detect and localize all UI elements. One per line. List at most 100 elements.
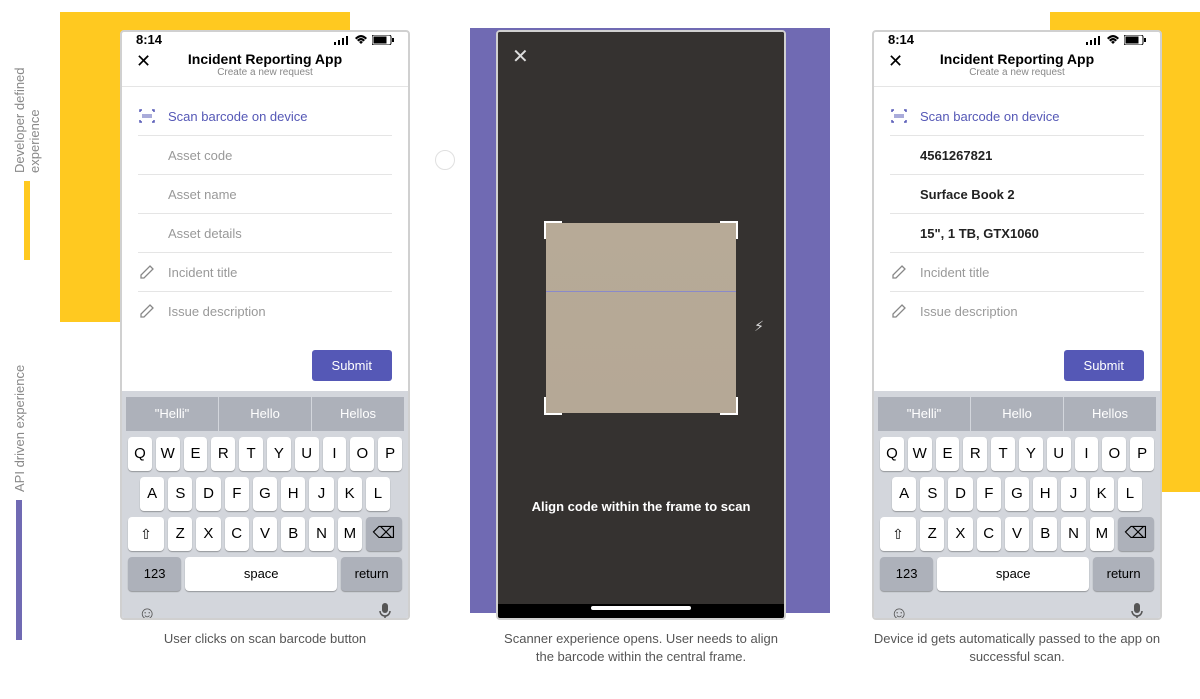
suggestion-1[interactable]: "Helli": [878, 397, 971, 431]
key-t[interactable]: T: [991, 437, 1015, 471]
key-x[interactable]: X: [948, 517, 972, 551]
shift-key[interactable]: ⇧: [128, 517, 164, 551]
key-w[interactable]: W: [908, 437, 932, 471]
key-o[interactable]: O: [350, 437, 374, 471]
delete-key[interactable]: ⌫: [1118, 517, 1154, 551]
close-icon[interactable]: ✕: [136, 51, 151, 72]
asset-name-field[interactable]: Asset name: [138, 175, 392, 214]
spacer: [138, 146, 156, 164]
key-o[interactable]: O: [1102, 437, 1126, 471]
key-z[interactable]: Z: [168, 517, 192, 551]
scan-link-label: Scan barcode on device: [920, 109, 1059, 124]
key-a[interactable]: A: [892, 477, 916, 511]
key-v[interactable]: V: [1005, 517, 1029, 551]
return-key[interactable]: return: [341, 557, 402, 591]
key-l[interactable]: L: [366, 477, 390, 511]
key-s[interactable]: S: [168, 477, 192, 511]
key-h[interactable]: H: [281, 477, 305, 511]
asset-code-field[interactable]: 4561267821: [890, 136, 1144, 175]
fn-key[interactable]: 123: [128, 557, 181, 591]
key-f[interactable]: F: [225, 477, 249, 511]
key-u[interactable]: U: [1047, 437, 1071, 471]
incident-title-field[interactable]: Incident title: [890, 253, 1144, 292]
close-icon[interactable]: ✕: [888, 51, 903, 72]
space-key[interactable]: space: [937, 557, 1089, 591]
scan-barcode-button[interactable]: Scan barcode on device: [890, 97, 1144, 136]
scan-barcode-button[interactable]: Scan barcode on device: [138, 97, 392, 136]
key-a[interactable]: A: [140, 477, 164, 511]
key-m[interactable]: M: [338, 517, 362, 551]
key-m[interactable]: M: [1090, 517, 1114, 551]
suggestion-2[interactable]: Hello: [971, 397, 1064, 431]
asset-details-field[interactable]: Asset details: [138, 214, 392, 253]
barcode-icon: [138, 107, 156, 125]
key-p[interactable]: P: [1130, 437, 1154, 471]
key-c[interactable]: C: [977, 517, 1001, 551]
issue-desc-field[interactable]: Issue description: [138, 292, 392, 330]
suggestion-2[interactable]: Hello: [219, 397, 312, 431]
key-k[interactable]: K: [338, 477, 362, 511]
key-e[interactable]: E: [184, 437, 208, 471]
key-h[interactable]: H: [1033, 477, 1057, 511]
asset-details-field[interactable]: 15", 1 TB, GTX1060: [890, 214, 1144, 253]
key-e[interactable]: E: [936, 437, 960, 471]
key-l[interactable]: L: [1118, 477, 1142, 511]
side-label-api: API driven experience: [12, 360, 27, 640]
key-t[interactable]: T: [239, 437, 263, 471]
key-n[interactable]: N: [1061, 517, 1085, 551]
key-z[interactable]: Z: [920, 517, 944, 551]
emoji-icon[interactable]: ☺: [890, 603, 908, 620]
key-v[interactable]: V: [253, 517, 277, 551]
asset-name-field[interactable]: Surface Book 2: [890, 175, 1144, 214]
key-r[interactable]: R: [963, 437, 987, 471]
key-q[interactable]: Q: [128, 437, 152, 471]
key-u[interactable]: U: [295, 437, 319, 471]
fn-key[interactable]: 123: [880, 557, 933, 591]
asset-code-field[interactable]: Asset code: [138, 136, 392, 175]
key-c[interactable]: C: [225, 517, 249, 551]
key-x[interactable]: X: [196, 517, 220, 551]
key-b[interactable]: B: [281, 517, 305, 551]
side-label-developer: Developer defined experience: [12, 60, 42, 260]
corner-br: [720, 397, 738, 415]
flash-icon[interactable]: ⚡︎: [754, 318, 764, 335]
suggestion-3[interactable]: Hellos: [312, 397, 404, 431]
key-row-1: QWERTYUIOP: [880, 437, 1154, 471]
submit-button[interactable]: Submit: [1064, 350, 1144, 381]
key-i[interactable]: I: [1075, 437, 1099, 471]
shift-key[interactable]: ⇧: [880, 517, 916, 551]
key-d[interactable]: D: [196, 477, 220, 511]
space-key[interactable]: space: [185, 557, 337, 591]
emoji-icon[interactable]: ☺: [138, 603, 156, 620]
key-f[interactable]: F: [977, 477, 1001, 511]
home-indicator[interactable]: [591, 606, 691, 610]
key-j[interactable]: J: [1061, 477, 1085, 511]
key-q[interactable]: Q: [880, 437, 904, 471]
close-icon[interactable]: ✕: [512, 44, 529, 69]
key-i[interactable]: I: [323, 437, 347, 471]
key-p[interactable]: P: [378, 437, 402, 471]
key-g[interactable]: G: [1005, 477, 1029, 511]
submit-button[interactable]: Submit: [312, 350, 392, 381]
key-d[interactable]: D: [948, 477, 972, 511]
key-k[interactable]: K: [1090, 477, 1114, 511]
key-n[interactable]: N: [309, 517, 333, 551]
key-w[interactable]: W: [156, 437, 180, 471]
delete-key[interactable]: ⌫: [366, 517, 402, 551]
incident-title-field[interactable]: Incident title: [138, 253, 392, 292]
mic-icon[interactable]: [378, 603, 392, 620]
suggestion-1[interactable]: "Helli": [126, 397, 219, 431]
key-r[interactable]: R: [211, 437, 235, 471]
issue-desc-field[interactable]: Issue description: [890, 292, 1144, 330]
key-s[interactable]: S: [920, 477, 944, 511]
key-j[interactable]: J: [309, 477, 333, 511]
return-key[interactable]: return: [1093, 557, 1154, 591]
mic-icon[interactable]: [1130, 603, 1144, 620]
key-g[interactable]: G: [253, 477, 277, 511]
key-y[interactable]: Y: [1019, 437, 1043, 471]
key-b[interactable]: B: [1033, 517, 1057, 551]
suggestion-3[interactable]: Hellos: [1064, 397, 1156, 431]
key-y[interactable]: Y: [267, 437, 291, 471]
asset-code-value: 4561267821: [920, 148, 992, 163]
key-row-3: ⇧ ZXCVBNM ⌫: [128, 517, 402, 551]
